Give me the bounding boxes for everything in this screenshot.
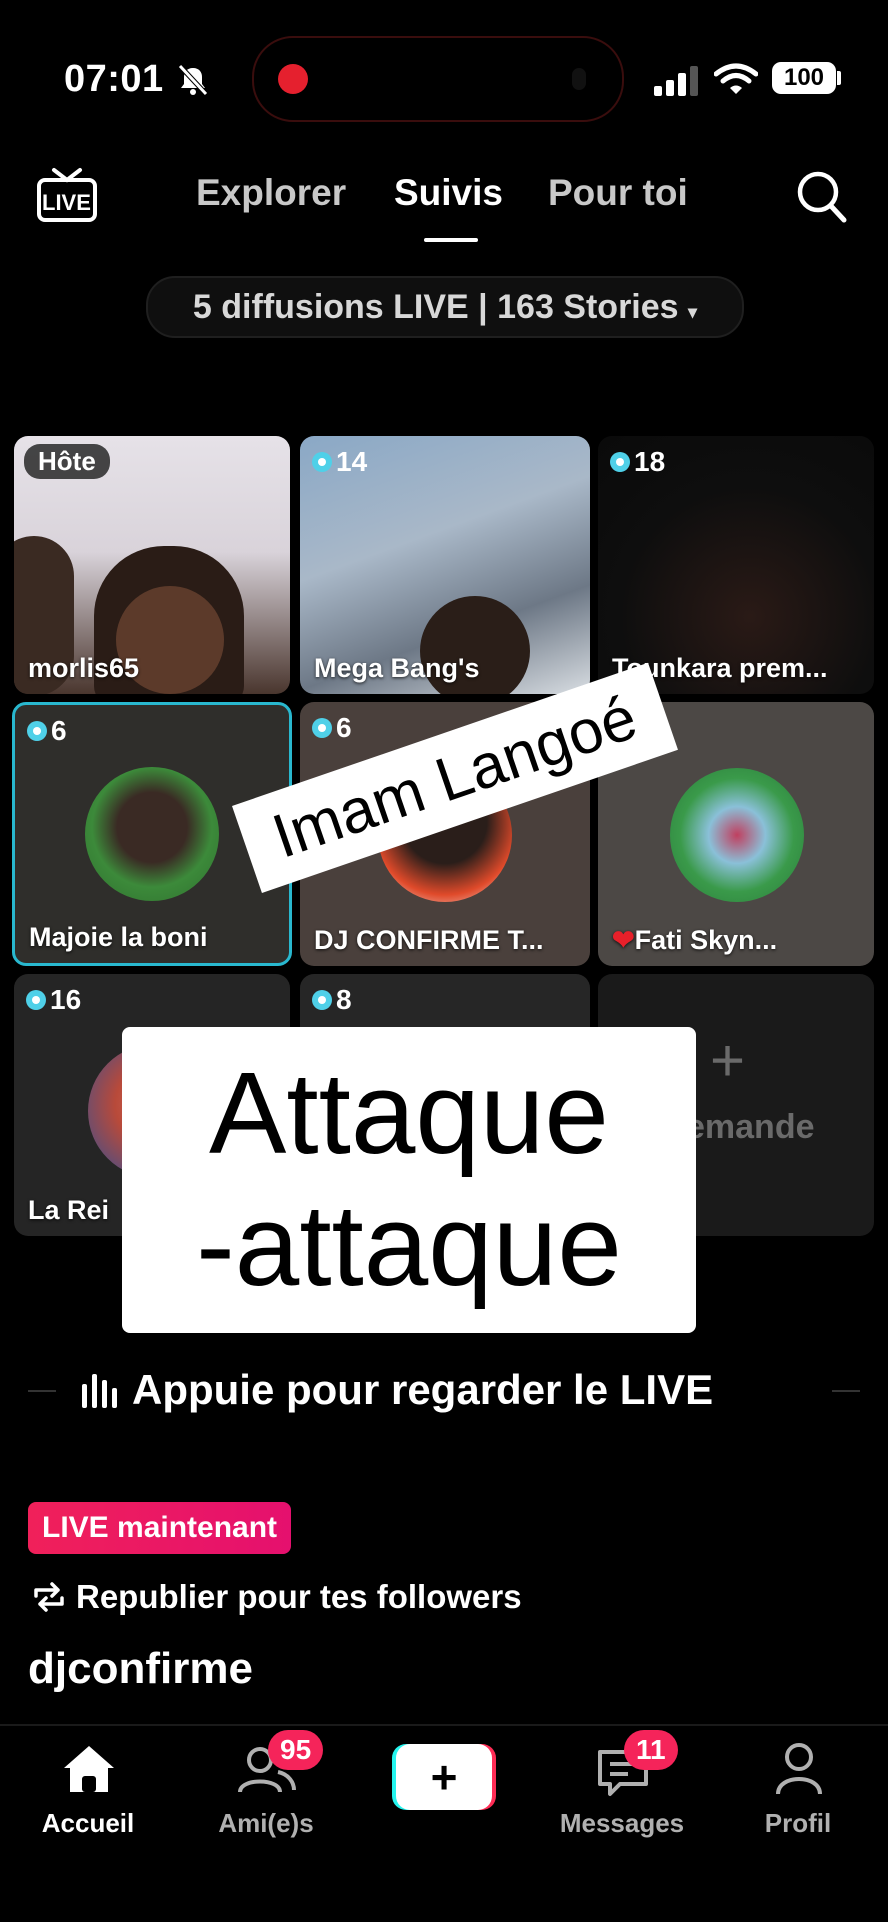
viewer-count-value: 8 [336,984,352,1015]
streamer-username[interactable]: djconfirme [28,1644,253,1694]
live-now-badge: LIVE maintenant [28,1502,292,1554]
viewer-count-value: 6 [51,715,67,746]
viewer-count-value: 14 [336,446,368,477]
viewer-count: 6 [312,712,352,744]
plus-icon: + [396,1744,492,1810]
repost-label: Republier pour tes followers [76,1578,522,1615]
live-card-mega-bangs[interactable]: 14 Mega Bang's [300,436,590,694]
status-time: 07:01 [64,58,164,100]
equalizer-icon [82,1374,117,1408]
tab-accueil[interactable]: Accueil [18,1808,158,1839]
plus-icon: + [710,1027,746,1094]
viewer-count-value: 18 [634,446,666,477]
tab-amis[interactable]: Ami(e)s [196,1808,336,1839]
live-tv-label: LIVE [42,190,91,215]
live-stories-summary[interactable]: 5 diffusions LIVE | 163 Stories ▾ [146,276,744,338]
home-icon[interactable] [62,1744,116,1794]
viewer-count-value: 16 [50,984,82,1015]
live-card-tounkara[interactable]: 18 Tounkara prem... [598,436,874,694]
viewer-count-value: 6 [336,712,352,743]
sticker-line-1: Attaque [209,1048,609,1178]
viewer-count: 18 [610,446,665,478]
card-name: Mega Bang's [314,653,480,683]
card-name: Majoie la boni [29,922,208,952]
text-sticker-attaque: Attaque -attaque [122,1027,696,1333]
divider-right [832,1390,860,1392]
tab-profil[interactable]: Profil [728,1808,868,1839]
heart-icon: ❤ [612,925,635,955]
watch-live-text: Appuie pour regarder le LIVE [132,1366,714,1413]
create-button[interactable]: + [392,1744,496,1810]
repost-button[interactable]: Republier pour tes followers [32,1578,522,1616]
repost-icon [34,1582,64,1612]
search-icon[interactable] [796,170,848,224]
host-badge: Hôte [24,444,110,479]
viewer-icon [312,718,332,738]
avatar [670,768,804,902]
active-tab-indicator [424,238,478,242]
messages-badge: 11 [624,1730,678,1770]
viewer-count: 14 [312,446,367,478]
tab-suivis[interactable]: Suivis [394,172,503,214]
chevron-down-icon: ▾ [688,302,698,322]
profile-icon[interactable] [774,1742,824,1796]
viewer-icon [26,990,46,1010]
card-name: La Rei [28,1195,110,1225]
avatar [85,767,219,901]
divider-left [28,1390,56,1392]
card-name: morlis65 [28,653,140,683]
bell-muted-icon [178,64,208,96]
friends-badge: 95 [268,1730,324,1770]
viewer-icon [610,452,630,472]
tab-pour-toi[interactable]: Pour toi [548,172,688,214]
card-name-text: Fati Skyn... [634,925,778,955]
live-card-morlis65[interactable]: Hôte morlis65 [14,436,290,694]
viewer-icon [312,990,332,1010]
live-tv-button[interactable]: LIVE [36,166,98,228]
request-label: emande [686,1108,815,1146]
viewer-count: 6 [27,715,67,747]
sticker-line-2: -attaque [196,1180,622,1310]
wifi-icon [714,63,758,94]
signal-icon [654,66,698,96]
card-name: ❤Fati Skyn... [612,925,777,956]
tab-messages[interactable]: Messages [552,1808,692,1839]
viewer-icon [312,452,332,472]
card-name: DJ CONFIRME T... [314,925,544,955]
viewer-icon [27,721,47,741]
summary-text: 5 diffusions LIVE | 163 Stories [192,288,679,326]
camera-dot [572,68,586,90]
watch-live-prompt[interactable]: Appuie pour regarder le LIVE [80,1366,810,1414]
battery-tip [837,71,841,85]
viewer-count: 16 [26,984,81,1016]
tab-explorer[interactable]: Explorer [196,172,346,214]
viewer-count: 8 [312,984,352,1016]
battery-indicator: 100 [772,62,836,94]
recording-indicator [278,64,308,94]
